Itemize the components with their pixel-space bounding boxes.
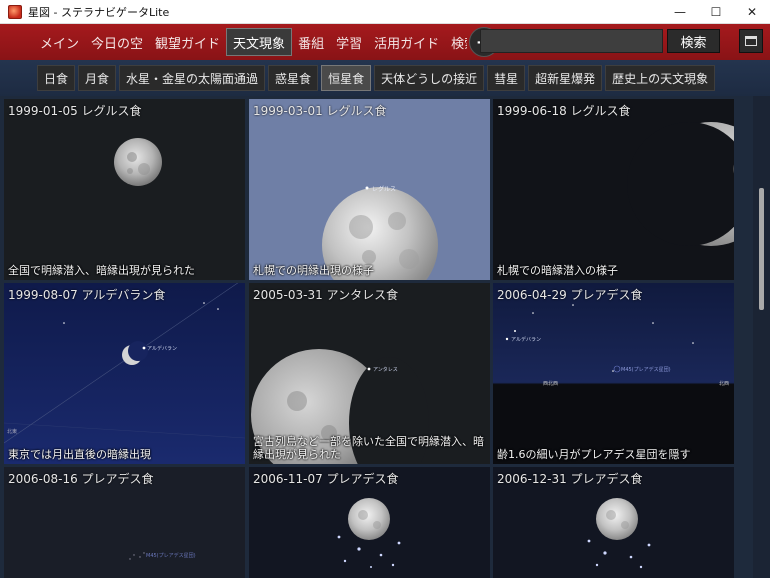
- app-icon: [8, 4, 22, 19]
- star-label: アルデバラン: [511, 336, 541, 343]
- horizon-label: 北西: [719, 380, 729, 387]
- category-comet[interactable]: 彗星: [487, 65, 526, 91]
- event-title: 2005-03-31 アンタレス食: [253, 288, 399, 302]
- category-lunar-eclipse[interactable]: 月食: [78, 65, 117, 91]
- event-card[interactable]: レグルス 1999-03-01 レグルス食 札幌での明縁出現の様子: [249, 99, 490, 280]
- category-conjunction[interactable]: 天体どうしの接近: [374, 65, 485, 91]
- panel-toggle-button[interactable]: [739, 29, 763, 53]
- event-card[interactable]: アンタレス 2005-03-31 アンタレス食 宮古列島など一部を除いた全国で明…: [249, 283, 490, 464]
- event-caption: 札幌での暗縁潜入の様子: [497, 264, 618, 277]
- title-bar: 星図 - ステラナビゲータLite — ☐ ✕: [0, 0, 770, 24]
- window-title: 星図 - ステラナビゲータLite: [28, 5, 170, 19]
- category-bar: 日食 月食 水星・金星の太陽面通過 惑星食 恒星食 天体どうしの接近 彗星 超新…: [0, 60, 770, 96]
- close-button[interactable]: ✕: [734, 0, 770, 24]
- category-star-occultation[interactable]: 恒星食: [321, 65, 372, 91]
- horizon-label: 北東: [7, 428, 17, 435]
- event-thumbnail: アルデバラン 北東: [4, 283, 245, 464]
- event-title: 2006-08-16 プレアデス食: [8, 472, 154, 486]
- menu-item-astronomical-events[interactable]: 天文現象: [226, 28, 293, 56]
- event-card[interactable]: アルデバラン M45(プレアデス星団) 西北西 北西 2006-04-29 プレ…: [493, 283, 734, 464]
- cluster-label: M45(プレアデス星団): [146, 552, 196, 559]
- event-caption: 東京では月出直後の暗縁出現: [8, 448, 151, 461]
- event-caption: 宮古列島など一部を除いた全国で明縁潜入、暗縁出現が見られた: [253, 435, 484, 461]
- menu-item-main[interactable]: メイン: [34, 28, 85, 56]
- event-grid: 1999-01-05 レグルス食 全国で明縁潜入、暗縁出現が見られた レグルス …: [0, 96, 753, 578]
- star-label: アルデバラン: [147, 345, 177, 352]
- menu-item-search[interactable]: 検索: [445, 28, 467, 56]
- search-input[interactable]: [480, 29, 663, 53]
- cluster-label: M45(プレアデス星団): [621, 366, 671, 373]
- minimize-button[interactable]: —: [662, 0, 698, 24]
- event-title: 1999-06-18 レグルス食: [497, 104, 631, 118]
- event-title: 1999-01-05 レグルス食: [8, 104, 142, 118]
- maximize-button[interactable]: ☐: [698, 0, 734, 24]
- main-menu-bar: メイン 今日の空 観望ガイド 天文現象 番組 学習 活用ガイド 検索 ➔ 検索: [0, 24, 770, 60]
- event-caption: 齢1.6の細い月がプレアデス星団を隠す: [497, 448, 691, 461]
- menu-item-programs[interactable]: 番組: [292, 28, 330, 56]
- window-panel-icon: [745, 36, 757, 46]
- event-title: 2006-04-29 プレアデス食: [497, 288, 643, 302]
- search-button[interactable]: 検索: [667, 29, 720, 53]
- menu-item-tonight[interactable]: 今日の空: [85, 28, 149, 56]
- category-transit[interactable]: 水星・金星の太陽面通過: [119, 65, 266, 91]
- vertical-scrollbar[interactable]: [753, 96, 770, 578]
- category-solar-eclipse[interactable]: 日食: [37, 65, 76, 91]
- event-card[interactable]: M45(プレアデス星団) 2006-08-16 プレアデス食: [4, 467, 245, 578]
- event-caption: 札幌での明縁出現の様子: [253, 264, 374, 277]
- event-card[interactable]: アルデバラン 北東 1999-08-07 アルデバラン食 東京では月出直後の暗縁…: [4, 283, 245, 464]
- category-planetary-occultation[interactable]: 惑星食: [268, 65, 319, 91]
- horizon-label: 西北西: [543, 380, 558, 387]
- event-title: 2006-12-31 プレアデス食: [497, 472, 643, 486]
- event-title: 2006-11-07 プレアデス食: [253, 472, 399, 486]
- event-card[interactable]: 2006-12-31 プレアデス食: [493, 467, 734, 578]
- event-thumbnail: レグルス: [249, 99, 490, 280]
- event-title: 1999-08-07 アルデバラン食: [8, 288, 166, 302]
- star-label: アンタレス: [373, 366, 398, 373]
- event-thumbnail: [4, 99, 245, 280]
- category-historical-events[interactable]: 歴史上の天文現象: [605, 65, 716, 91]
- event-caption: 全国で明縁潜入、暗縁出現が見られた: [8, 264, 195, 277]
- event-title: 1999-03-01 レグルス食: [253, 104, 387, 118]
- menu-item-learning[interactable]: 学習: [330, 28, 368, 56]
- menu-item-observing-guide[interactable]: 観望ガイド: [149, 28, 226, 56]
- menu-item-usage-guide[interactable]: 活用ガイド: [368, 28, 445, 56]
- star-label: レグルス: [372, 185, 396, 193]
- event-thumbnail: アルデバラン M45(プレアデス星団) 西北西 北西: [493, 283, 734, 464]
- event-card[interactable]: 1999-06-18 レグルス食 札幌での暗縁潜入の様子: [493, 99, 734, 280]
- scrollbar-thumb[interactable]: [759, 188, 764, 310]
- event-thumbnail: [493, 99, 734, 280]
- event-card[interactable]: 1999-01-05 レグルス食 全国で明縁潜入、暗縁出現が見られた: [4, 99, 245, 280]
- event-card[interactable]: 2006-11-07 プレアデス食: [249, 467, 490, 578]
- category-supernova[interactable]: 超新星爆発: [528, 65, 603, 91]
